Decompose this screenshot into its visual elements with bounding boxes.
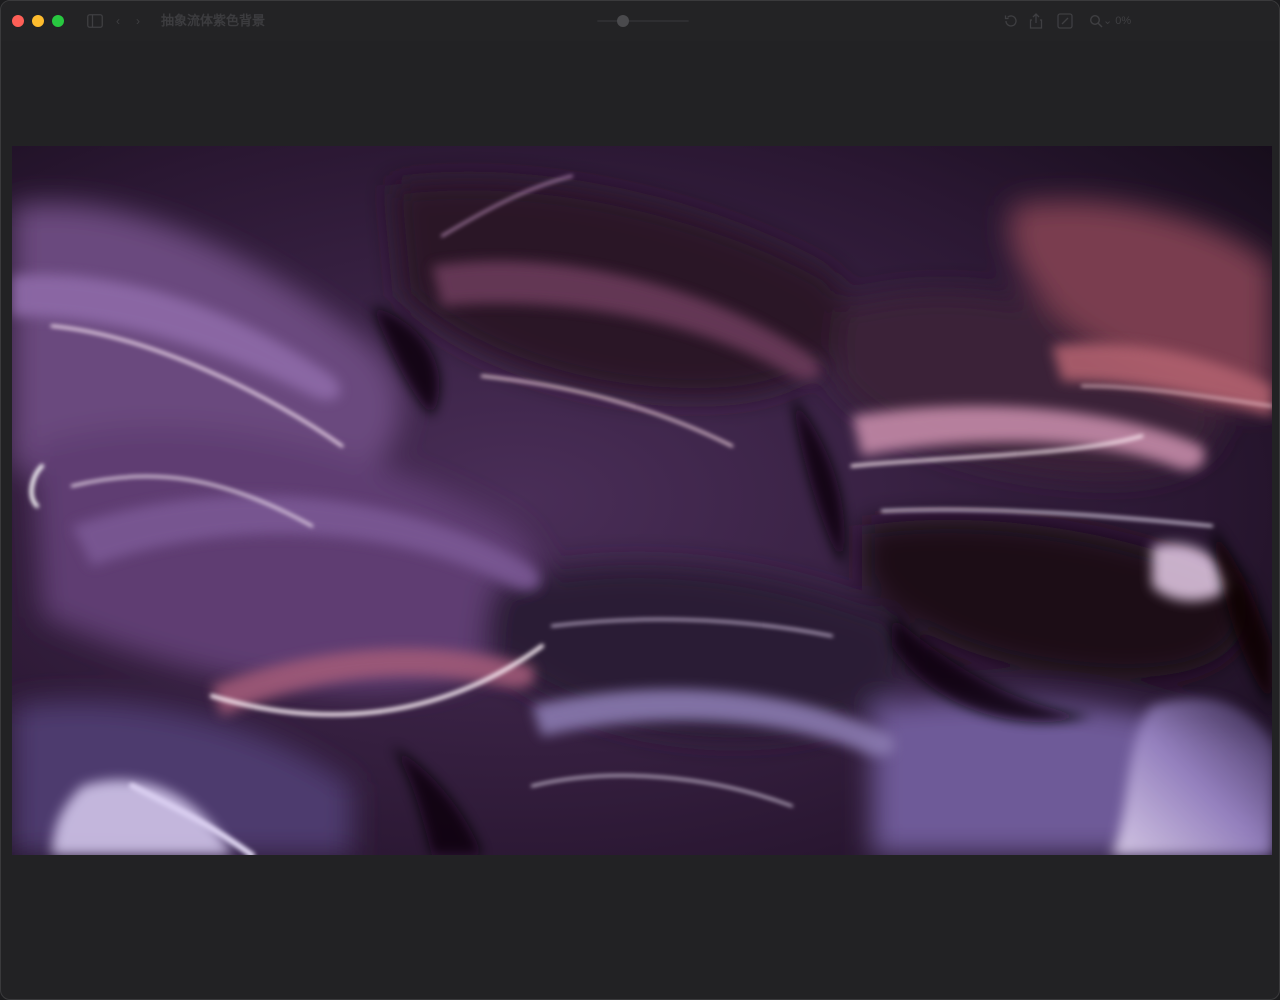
zoom-readout[interactable]: ⌄ 0% <box>1103 12 1131 30</box>
fluid-purple-image <box>12 146 1272 855</box>
zoom-slider-track[interactable] <box>597 20 689 22</box>
zoom-slider-thumb[interactable] <box>617 15 629 27</box>
preview-window: ‹ › 抽象流体紫色背景 ⌄ 0% <box>0 0 1280 1000</box>
minimize-button[interactable] <box>32 15 44 27</box>
zoom-button[interactable] <box>52 15 64 27</box>
close-button[interactable] <box>12 15 24 27</box>
sidebar-toggle-icon[interactable] <box>87 12 103 30</box>
markup-icon[interactable] <box>1057 12 1073 30</box>
document-title: 抽象流体紫色背景 <box>161 13 266 28</box>
share-icon[interactable] <box>1029 12 1043 30</box>
back-button[interactable]: ‹ <box>113 12 123 30</box>
title-bar[interactable]: ‹ › 抽象流体紫色背景 ⌄ 0% <box>1 1 1279 41</box>
forward-button[interactable]: › <box>133 12 143 30</box>
image-preview <box>12 146 1272 855</box>
search-icon[interactable] <box>1089 12 1103 30</box>
rotate-icon[interactable] <box>1003 12 1019 30</box>
